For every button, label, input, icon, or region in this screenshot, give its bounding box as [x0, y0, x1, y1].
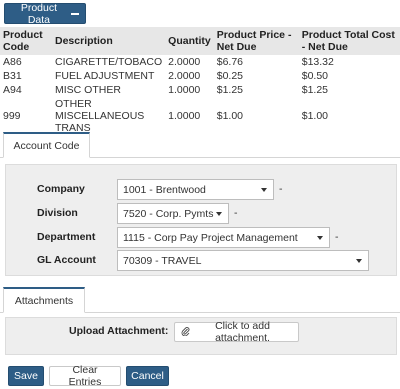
table-row: B31 FUEL ADJUSTMENT 2.0000 $0.25 $0.50 [0, 69, 400, 83]
clear-entries-button[interactable]: Clear Entries [49, 364, 121, 388]
table-row: A86 CIGARETTE/TOBACO 2.0000 $6.76 $13.32 [0, 55, 400, 69]
cell-product-code: B31 [3, 70, 22, 82]
upload-attachment-label: Upload Attachment: [69, 325, 169, 337]
department-label: Department [37, 231, 96, 243]
division-dash: - [234, 207, 238, 219]
division-label: Division [37, 207, 78, 219]
save-button[interactable]: Save [8, 366, 44, 386]
cancel-button[interactable]: Cancel [126, 366, 169, 386]
cell-product-code: A94 [3, 84, 22, 96]
account-code-panel: Company 1001 - Brentwood - Division 7520… [5, 164, 397, 276]
add-attachment-label: Click to add attachment. [215, 320, 270, 344]
cell-total-cost: $1.00 [301, 110, 329, 122]
attachments-panel: Upload Attachment: Click to add attachme… [5, 317, 397, 355]
cell-product-code: 999 [3, 110, 21, 122]
chevron-down-icon [216, 212, 222, 216]
chevron-down-icon [261, 188, 267, 192]
company-dash: - [279, 183, 283, 195]
tab-account-code[interactable]: Account Code [3, 132, 90, 158]
col-header-price: Product Price - Net Due [213, 27, 299, 55]
gl-account-select[interactable]: 70309 - TRAVEL [117, 250, 369, 271]
cell-total-cost: $13.32 [301, 56, 334, 68]
col-header-description: Description [52, 27, 166, 55]
department-select[interactable]: 1115 - Corp Pay Project Management [117, 227, 330, 248]
department-value: 1115 - Corp Pay Project Management [123, 231, 298, 244]
cell-price: $6.76 [216, 56, 244, 68]
tab-attachments-label: Attachments [14, 294, 74, 307]
tab-attachments[interactable]: Attachments [3, 287, 85, 313]
division-value: 7520 - Corp. Pymts [123, 207, 214, 220]
product-data-toggle-button[interactable]: Product Data [4, 1, 86, 26]
cell-total-cost: $0.50 [301, 70, 329, 82]
cell-product-code: A86 [3, 56, 22, 68]
cell-price: $1.00 [216, 110, 244, 122]
cell-quantity: 2.0000 [168, 70, 201, 82]
col-header-quantity: Quantity [165, 27, 214, 55]
cell-description: CIGARETTE/TOBACO [55, 56, 163, 68]
cell-price: $0.25 [216, 70, 244, 82]
division-select[interactable]: 7520 - Corp. Pymts [117, 203, 229, 224]
product-table: Product Code Description Quantity Produc… [0, 27, 400, 135]
paperclip-icon [181, 326, 190, 339]
cell-price: $1.25 [216, 84, 244, 96]
col-header-total-cost: Product Total Cost - Net Due [298, 27, 400, 55]
company-label: Company [37, 183, 85, 195]
cell-description: FUEL ADJUSTMENT [55, 70, 155, 82]
department-dash: - [335, 231, 339, 243]
table-row: 999 OTHER MISCELLANEOUS TRANS 1.0000 $1.… [0, 97, 400, 135]
cell-description: OTHER MISCELLANEOUS TRANS [55, 98, 145, 134]
chevron-down-icon [317, 236, 323, 240]
cell-quantity: 1.0000 [168, 84, 201, 96]
product-data-label: Product Data [20, 1, 57, 26]
gl-account-value: 70309 - TRAVEL [123, 254, 202, 267]
gl-account-label: GL Account [37, 254, 96, 266]
minus-icon [70, 12, 79, 15]
cell-quantity: 1.0000 [168, 110, 201, 122]
table-header-row: Product Code Description Quantity Produc… [0, 27, 400, 55]
chevron-down-icon [356, 259, 362, 263]
company-select[interactable]: 1001 - Brentwood [117, 179, 274, 200]
company-value: 1001 - Brentwood [123, 183, 206, 196]
col-header-product-code: Product Code [0, 27, 52, 55]
cell-quantity: 2.0000 [168, 56, 201, 68]
cell-description: MISC OTHER [55, 84, 121, 96]
add-attachment-button[interactable]: Click to add attachment. [174, 320, 299, 344]
table-row: A94 MISC OTHER 1.0000 $1.25 $1.25 [0, 83, 400, 97]
tab-account-code-label: Account Code [13, 139, 80, 152]
cell-total-cost: $1.25 [301, 84, 329, 96]
